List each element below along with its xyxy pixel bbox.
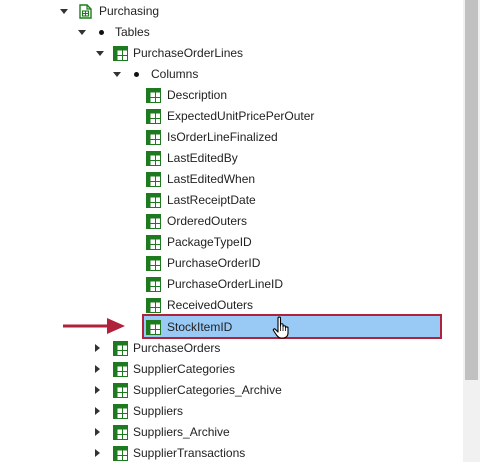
scrollbar-thumb[interactable]	[465, 0, 478, 380]
column-icon	[146, 256, 161, 271]
column-icon	[146, 193, 161, 208]
column-icon	[146, 214, 161, 229]
table-icon	[113, 425, 128, 440]
object-explorer-panel: Purchasing Tables PurchaseOrderLines Col…	[0, 0, 480, 462]
tree-node-column[interactable]: ReceivedOuters	[0, 295, 462, 316]
expand-toggle[interactable]	[92, 443, 104, 462]
node-label: SupplierCategories_Archive	[133, 383, 282, 397]
node-label: LastEditedWhen	[167, 172, 256, 186]
column-icon	[146, 130, 161, 145]
table-icon	[113, 362, 128, 377]
hand-pointer-cursor-icon	[272, 316, 289, 339]
node-label: SupplierTransactions	[133, 446, 246, 460]
table-icon	[113, 404, 128, 419]
tree-node-column[interactable]: PackageTypeID	[0, 232, 462, 253]
table-icon	[113, 446, 128, 461]
schema-document-icon	[79, 4, 94, 19]
node-label: SupplierCategories	[133, 362, 236, 376]
expand-toggle[interactable]	[92, 359, 104, 380]
node-label: Suppliers	[133, 404, 184, 418]
node-label: PackageTypeID	[167, 235, 252, 249]
node-label: Purchasing	[99, 4, 160, 18]
column-icon	[146, 235, 161, 250]
column-icon	[146, 109, 161, 124]
tree-node-table[interactable]: PurchaseOrders	[0, 338, 462, 359]
node-label: Suppliers_Archive	[133, 425, 230, 439]
tree-node-column[interactable]: IsOrderLineFinalized	[0, 127, 462, 148]
expand-toggle[interactable]	[92, 401, 104, 422]
expand-toggle[interactable]	[92, 422, 104, 443]
tree-node-column[interactable]: PurchaseOrderID	[0, 253, 462, 274]
annotation-arrow	[63, 318, 125, 334]
node-label: LastEditedBy	[167, 151, 238, 165]
column-icon	[146, 88, 161, 103]
node-label: PurchaseOrderLines	[133, 46, 244, 60]
tree-node-table[interactable]: SupplierCategories_Archive	[0, 380, 462, 401]
table-icon	[113, 341, 128, 356]
bullet-icon	[99, 30, 104, 35]
node-label: PurchaseOrderLineID	[167, 277, 284, 291]
expand-toggle[interactable]	[76, 22, 88, 43]
tree-node-purchasing[interactable]: Purchasing	[0, 1, 462, 22]
tree-node-table[interactable]: Suppliers_Archive	[0, 422, 462, 443]
tree-node-table[interactable]: Suppliers	[0, 401, 462, 422]
tree-node-column[interactable]: Description	[0, 85, 462, 106]
expand-toggle[interactable]	[94, 43, 106, 64]
bullet-icon	[134, 72, 139, 77]
node-label: PurchaseOrders	[133, 341, 221, 355]
node-label: PurchaseOrderID	[167, 256, 261, 270]
expand-toggle[interactable]	[111, 64, 123, 85]
vertical-scrollbar[interactable]	[463, 0, 480, 462]
expand-toggle[interactable]	[92, 338, 104, 359]
node-label: Tables	[115, 25, 150, 39]
tree-node-column[interactable]: LastEditedWhen	[0, 169, 462, 190]
node-label: OrderedOuters	[167, 214, 248, 228]
tree-node-tables-folder[interactable]: Tables	[0, 22, 462, 43]
tree-node-column[interactable]: ExpectedUnitPricePerOuter	[0, 106, 462, 127]
node-label: IsOrderLineFinalized	[167, 130, 278, 144]
tree-node-column[interactable]: PurchaseOrderLineID	[0, 274, 462, 295]
column-icon	[146, 320, 161, 335]
tree-node-table-purchaseorderlines[interactable]: PurchaseOrderLines	[0, 43, 462, 64]
column-icon	[146, 277, 161, 292]
node-label: ExpectedUnitPricePerOuter	[167, 109, 315, 123]
tree-node-columns-folder[interactable]: Columns	[0, 64, 462, 85]
column-icon	[146, 151, 161, 166]
tree-node-column[interactable]: LastReceiptDate	[0, 190, 462, 211]
node-label: StockItemID	[167, 320, 233, 334]
tree-view: Purchasing Tables PurchaseOrderLines Col…	[0, 0, 462, 462]
tree-node-column[interactable]: LastEditedBy	[0, 148, 462, 169]
node-label: ReceivedOuters	[167, 298, 254, 312]
tree-node-table[interactable]: SupplierTransactions	[0, 443, 462, 462]
tree-node-table[interactable]: SupplierCategories	[0, 359, 462, 380]
table-icon	[113, 383, 128, 398]
column-icon	[146, 172, 161, 187]
table-icon	[113, 46, 128, 61]
node-label: LastReceiptDate	[167, 193, 256, 207]
expand-toggle[interactable]	[58, 1, 70, 22]
tree-node-column[interactable]: OrderedOuters	[0, 211, 462, 232]
column-icon	[146, 298, 161, 313]
expand-toggle[interactable]	[92, 380, 104, 401]
node-label: Columns	[151, 67, 199, 81]
node-label: Description	[167, 88, 228, 102]
